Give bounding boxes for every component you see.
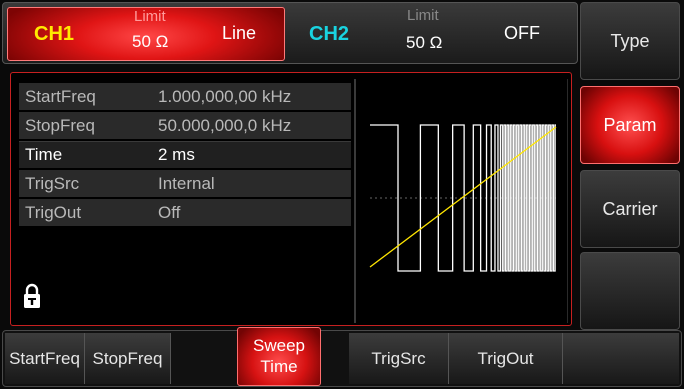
ch2-limit-label: Limit (407, 7, 439, 24)
startfreq-softkey[interactable]: StartFreq (5, 333, 85, 384)
trigout-softkey[interactable]: TrigOut (449, 333, 563, 384)
sweep-waveform-svg (369, 124, 557, 272)
param-row-trigout[interactable]: TrigOut Off (19, 199, 351, 226)
ch1-status[interactable]: CH1 Limit 50 Ω Line (7, 7, 285, 61)
channel-status-bar: CH1 Limit 50 Ω Line CH2 Limit 50 Ω OFF (2, 2, 578, 64)
param-row-trigsrc[interactable]: TrigSrc Internal (19, 170, 351, 197)
sweep-square-wave (370, 124, 556, 272)
param-row-startfreq[interactable]: StartFreq 1.000,000,00 kHz (19, 83, 351, 110)
ch2-impedance: 50 Ω (406, 33, 443, 52)
param-value: 50.000,000,0 kHz (158, 115, 292, 135)
param-name: TrigOut (25, 202, 82, 222)
softkey-label: TrigSrc (371, 348, 426, 368)
param-name: StartFreq (25, 86, 96, 106)
empty-softkey[interactable] (580, 252, 680, 330)
softkey-label-line1: Sweep (253, 336, 305, 356)
softkey-label: StartFreq (9, 348, 80, 368)
carrier-softkey[interactable]: Carrier (580, 170, 680, 248)
trigsrc-softkey[interactable]: TrigSrc (349, 333, 449, 384)
bottom-softkey-row: StartFreq StopFreq Sweep Time TrigSrc Tr… (2, 327, 682, 387)
parameter-list: StartFreq 1.000,000,00 kHz StopFreq 50.0… (19, 83, 351, 228)
lock-icon (23, 283, 41, 309)
param-name: StopFreq (25, 115, 95, 135)
param-value: 1.000,000,00 kHz (158, 86, 292, 106)
param-value: Internal (158, 173, 215, 193)
param-value: Off (158, 202, 181, 222)
param-name: TrigSrc (25, 173, 80, 193)
ch1-limit-label: Limit (134, 8, 166, 25)
stopfreq-softkey[interactable]: StopFreq (85, 333, 171, 384)
ch1-label: CH1 (34, 23, 75, 45)
sweep-time-softkey[interactable]: Sweep Time (237, 327, 321, 386)
ch1-mode: Line (222, 23, 257, 43)
empty-bottom-softkey[interactable] (563, 333, 679, 384)
ch2-mode: OFF (504, 23, 540, 43)
type-softkey[interactable]: Type (580, 2, 680, 80)
param-row-stopfreq[interactable]: StopFreq 50.000,000,0 kHz (19, 112, 351, 139)
sweep-waveform-display (354, 79, 568, 323)
softkey-label: TrigOut (477, 348, 534, 368)
softkey-label-line2: Time (260, 356, 298, 376)
sweep-parameter-panel: StartFreq 1.000,000,00 kHz StopFreq 50.0… (10, 72, 572, 326)
softkey-label: StopFreq (92, 348, 163, 368)
param-row-time[interactable]: Time 2 ms (19, 141, 351, 168)
param-value: 2 ms (158, 145, 195, 164)
param-name: Time (25, 145, 63, 164)
ch2-label: CH2 (309, 23, 350, 45)
ch1-impedance: 50 Ω (132, 32, 169, 51)
right-softkey-column: Type Param Carrier (580, 2, 682, 330)
param-softkey[interactable]: Param (580, 86, 680, 164)
